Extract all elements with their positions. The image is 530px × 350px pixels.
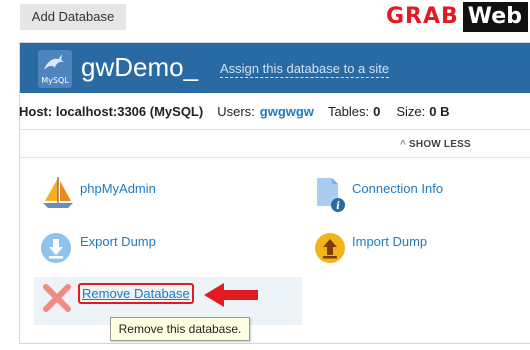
assign-site-link[interactable]: Assign this database to a site <box>220 61 390 78</box>
add-database-button[interactable]: Add Database <box>20 4 126 30</box>
database-info-bar: Host: localhost:3306 (MySQL) Users: gwgw… <box>19 93 530 130</box>
database-name: gwDemo_ <box>81 52 199 82</box>
tables-label: Tables: <box>327 103 370 119</box>
watermark-logo: GRAB Web <box>382 2 528 32</box>
connection-info-link[interactable]: Connection Info <box>352 181 443 196</box>
database-card: MySQL gwDemo_ Assign this database to a … <box>19 42 530 344</box>
users-value-link[interactable]: gwgwgw <box>260 104 314 119</box>
download-icon[interactable] <box>40 232 72 264</box>
divider <box>20 157 530 158</box>
size-label: Size: <box>396 103 426 119</box>
remove-x-icon[interactable] <box>42 283 72 313</box>
svg-text:i: i <box>336 201 340 212</box>
watermark-text-grab: GRAB <box>382 2 463 32</box>
users-label: Users: <box>217 103 255 119</box>
host-label: Host: localhost:3306 (MySQL) <box>19 103 204 119</box>
chevron-up-icon: ^ <box>400 139 407 150</box>
pointer-arrow-icon <box>202 281 260 309</box>
remove-database-link[interactable]: Remove Database <box>78 283 194 304</box>
mysql-icon: MySQL <box>38 50 72 88</box>
tooltip: Remove this database. <box>110 317 250 341</box>
svg-text:MySQL: MySQL <box>41 76 69 85</box>
show-less-toggle[interactable]: ^ SHOW LESS <box>400 139 471 150</box>
import-dump-link[interactable]: Import Dump <box>352 234 427 249</box>
size-value: 0 B <box>429 103 450 119</box>
document-info-icon[interactable]: i <box>314 176 348 212</box>
upload-icon[interactable] <box>314 232 346 264</box>
watermark-text-web: Web <box>462 2 528 32</box>
phpmyadmin-link[interactable]: phpMyAdmin <box>80 181 156 196</box>
database-header: MySQL gwDemo_ Assign this database to a … <box>20 43 530 93</box>
tables-value: 0 <box>373 103 381 119</box>
export-dump-link[interactable]: Export Dump <box>80 234 156 249</box>
sailboat-icon[interactable] <box>40 175 76 211</box>
